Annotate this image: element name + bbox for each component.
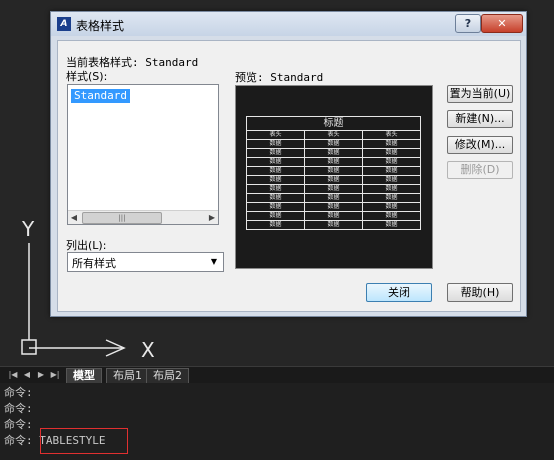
command-history-line: 命令:: [4, 386, 33, 399]
help-title-button[interactable]: ?: [455, 14, 481, 33]
list-filter-select[interactable]: 所有样式 ▼: [67, 252, 224, 272]
scroll-thumb[interactable]: |||: [82, 212, 162, 224]
preview-data-cell: 数据: [246, 166, 305, 176]
preview-data-cell: 数据: [362, 175, 421, 185]
styles-label: 样式(S):: [66, 70, 108, 83]
preview-data-cell: 数据: [362, 166, 421, 176]
prev-tab-icon[interactable]: ◀: [22, 370, 32, 380]
preview-panel: 标题 表头 表头 表头 数据 数据 数据 数据 数据 数据 数据 数据 数据 数据 数据 数据 …: [235, 85, 433, 269]
command-history-line: 命令:: [4, 402, 33, 415]
preview-data-cell: 数据: [304, 184, 363, 194]
scroll-left-icon[interactable]: ◀: [68, 211, 80, 224]
close-button[interactable]: 关闭: [366, 283, 432, 302]
last-tab-icon[interactable]: ▶|: [50, 370, 60, 380]
dialog-title: 表格样式: [76, 19, 125, 33]
scroll-right-icon[interactable]: ▶: [206, 211, 218, 224]
preview-data-cell: 数据: [246, 175, 305, 185]
preview-data-cell: 数据: [246, 211, 305, 221]
list-filter-value: 所有样式: [72, 257, 116, 270]
preview-data-cell: 数据: [246, 184, 305, 194]
tab-layout2[interactable]: 布局2: [146, 368, 189, 383]
preview-table-title: 标题: [246, 116, 421, 131]
modify-style-button[interactable]: 修改(M)...: [447, 136, 513, 154]
preview-data-cell: 数据: [304, 139, 363, 149]
preview-header-cell: 表头: [362, 130, 421, 140]
table-style-dialog: A 表格样式 ? ✕ 当前表格样式: Standard 样式(S): Stand…: [50, 11, 527, 317]
preview-header-cell: 表头: [304, 130, 363, 140]
app-icon: A: [57, 17, 71, 31]
dialog-body: 当前表格样式: Standard 样式(S): Standard ◀ ||| ▶…: [57, 40, 521, 312]
preview-data-cell: 数据: [246, 202, 305, 212]
ucs-y-label: Y: [21, 217, 35, 241]
preview-data-cell: 数据: [362, 139, 421, 149]
help-button[interactable]: 帮助(H): [447, 283, 513, 302]
style-list-item[interactable]: Standard: [71, 89, 130, 103]
preview-data-cell: 数据: [304, 220, 363, 230]
styles-list-scrollbar[interactable]: ◀ ||| ▶: [68, 210, 218, 224]
preview-data-cell: 数据: [246, 148, 305, 158]
ucs-x-label: X: [141, 338, 155, 362]
preview-data-cell: 数据: [362, 157, 421, 167]
preview-table: 标题 表头 表头 表头 数据 数据 数据 数据 数据 数据 数据 数据 数据 数据 数据 数据 …: [246, 116, 421, 230]
next-tab-icon[interactable]: ▶: [36, 370, 46, 380]
preview-data-cell: 数据: [362, 184, 421, 194]
preview-data-cell: 数据: [362, 211, 421, 221]
preview-data-cell: 数据: [304, 166, 363, 176]
preview-data-cell: 数据: [246, 139, 305, 149]
chevron-down-icon[interactable]: ▼: [207, 253, 221, 271]
preview-data-cell: 数据: [362, 220, 421, 230]
close-title-button[interactable]: ✕: [481, 14, 523, 33]
preview-data-cell: 数据: [304, 202, 363, 212]
preview-data-cell: 数据: [246, 193, 305, 203]
preview-data-cell: 数据: [304, 148, 363, 158]
dialog-titlebar[interactable]: A 表格样式 ? ✕: [51, 12, 526, 36]
preview-data-cell: 数据: [362, 202, 421, 212]
set-current-button[interactable]: 置为当前(U): [447, 85, 513, 103]
preview-data-cell: 数据: [362, 148, 421, 158]
preview-label: 预览: Standard: [235, 71, 324, 84]
list-label: 列出(L):: [66, 239, 107, 252]
new-style-button[interactable]: 新建(N)...: [447, 110, 513, 128]
styles-list[interactable]: Standard ◀ ||| ▶: [67, 84, 219, 225]
command-highlight-box: [40, 428, 128, 454]
preview-data-cell: 数据: [304, 175, 363, 185]
preview-data-cell: 数据: [246, 157, 305, 167]
command-history-line: 命令:: [4, 418, 33, 431]
tab-layout1[interactable]: 布局1: [106, 368, 149, 383]
preview-data-cell: 数据: [304, 193, 363, 203]
delete-style-button[interactable]: 删除(D): [447, 161, 513, 179]
preview-data-cell: 数据: [304, 157, 363, 167]
tab-model[interactable]: 模型: [66, 368, 102, 383]
preview-data-cell: 数据: [304, 211, 363, 221]
first-tab-icon[interactable]: |◀: [8, 370, 18, 380]
preview-data-cell: 数据: [246, 220, 305, 230]
preview-header-cell: 表头: [246, 130, 305, 140]
layout-tab-bar: |◀ ◀ ▶ ▶| 模型 布局1 布局2: [0, 366, 554, 383]
preview-data-cell: 数据: [362, 193, 421, 203]
